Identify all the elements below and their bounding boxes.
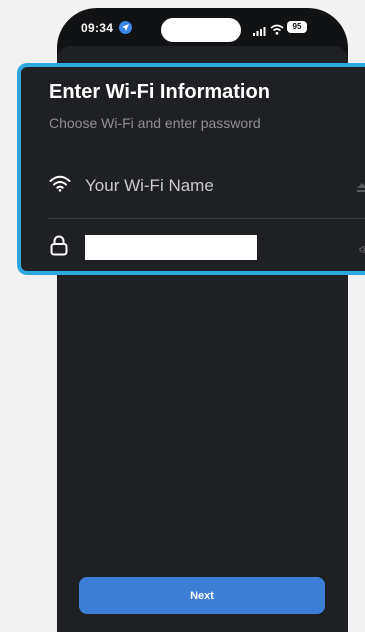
page-subtitle: Choose Wi-Fi and enter password bbox=[49, 115, 261, 131]
screen: 09:34 95 Next Enter Wi-Fi Information Ch… bbox=[0, 0, 365, 632]
wifi-name-row[interactable] bbox=[47, 167, 365, 207]
status-bar: 09:34 95 bbox=[57, 8, 348, 48]
eye-icon[interactable] bbox=[358, 241, 365, 259]
next-button[interactable]: Next bbox=[79, 577, 325, 614]
battery-icon: 95 bbox=[287, 21, 307, 33]
divider bbox=[47, 218, 365, 219]
eject-icon[interactable] bbox=[357, 179, 365, 197]
wifi-name-input[interactable] bbox=[85, 172, 315, 200]
lock-icon bbox=[50, 235, 68, 261]
wifi-info-panel: Enter Wi-Fi Information Choose Wi-Fi and… bbox=[17, 63, 365, 275]
status-time: 09:34 bbox=[81, 21, 114, 35]
dynamic-island bbox=[161, 18, 241, 42]
password-row[interactable] bbox=[47, 229, 365, 265]
wifi-icon bbox=[270, 22, 284, 40]
cellular-signal-icon bbox=[253, 23, 266, 41]
page-title: Enter Wi-Fi Information bbox=[49, 81, 270, 103]
location-arrow-icon bbox=[119, 21, 132, 34]
wifi-icon bbox=[49, 175, 71, 197]
password-input[interactable] bbox=[85, 235, 257, 260]
